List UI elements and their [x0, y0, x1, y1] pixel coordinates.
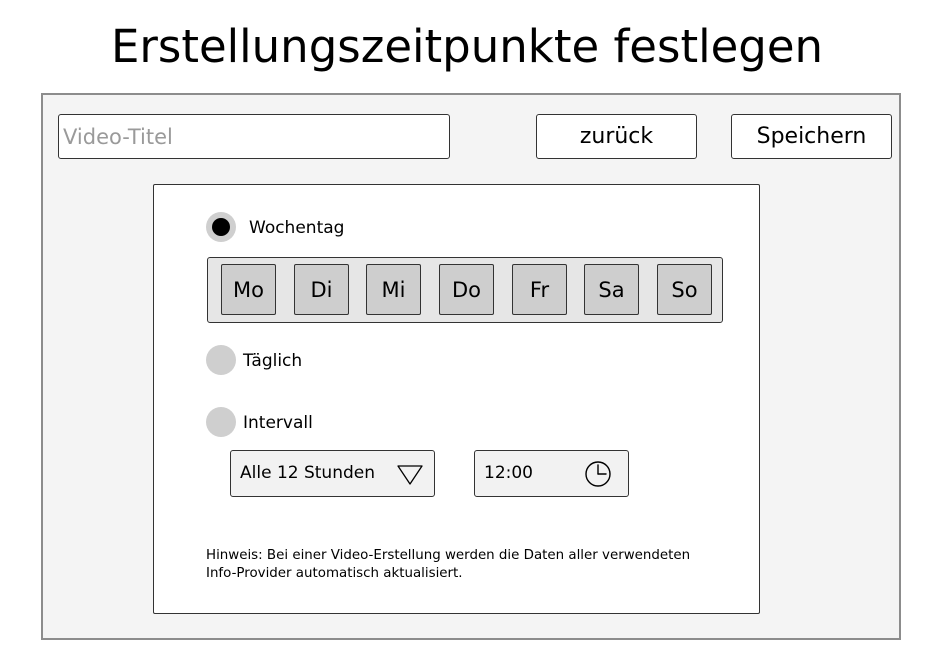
weekday-button-mo[interactable]: Mo: [221, 264, 276, 315]
weekday-button-sa[interactable]: Sa: [584, 264, 639, 315]
save-button[interactable]: Speichern: [731, 114, 892, 159]
weekday-button-do[interactable]: Do: [439, 264, 494, 315]
time-input-value: 12:00: [484, 463, 533, 483]
radio-interval-label: Intervall: [243, 413, 313, 433]
weekday-button-so[interactable]: So: [657, 264, 712, 315]
weekday-button-di[interactable]: Di: [294, 264, 349, 315]
back-button[interactable]: zurück: [536, 114, 697, 159]
radio-weekday[interactable]: [206, 212, 236, 242]
video-title-input[interactable]: [58, 114, 450, 159]
radio-weekday-label: Wochentag: [249, 218, 345, 238]
radio-daily-label: Täglich: [243, 351, 303, 371]
radio-interval[interactable]: [206, 407, 236, 437]
clock-icon: [583, 459, 613, 494]
hint-line: Info-Provider automatisch aktualisiert.: [206, 566, 463, 581]
hint-text: Hinweis: Bei einer Video-Erstellung werd…: [206, 547, 736, 583]
weekday-button-fr[interactable]: Fr: [512, 264, 567, 315]
page-title: Erstellungszeitpunkte festlegen: [110, 20, 824, 73]
interval-dropdown-value: Alle 12 Stunden: [240, 463, 376, 483]
time-input[interactable]: 12:00: [474, 450, 629, 497]
hint-line: Hinweis: Bei einer Video-Erstellung werd…: [206, 548, 691, 563]
radio-daily[interactable]: [206, 345, 236, 375]
weekday-button-mi[interactable]: Mi: [366, 264, 421, 315]
chevron-down-icon: [397, 464, 423, 491]
interval-dropdown[interactable]: Alle 12 Stunden: [230, 450, 435, 497]
